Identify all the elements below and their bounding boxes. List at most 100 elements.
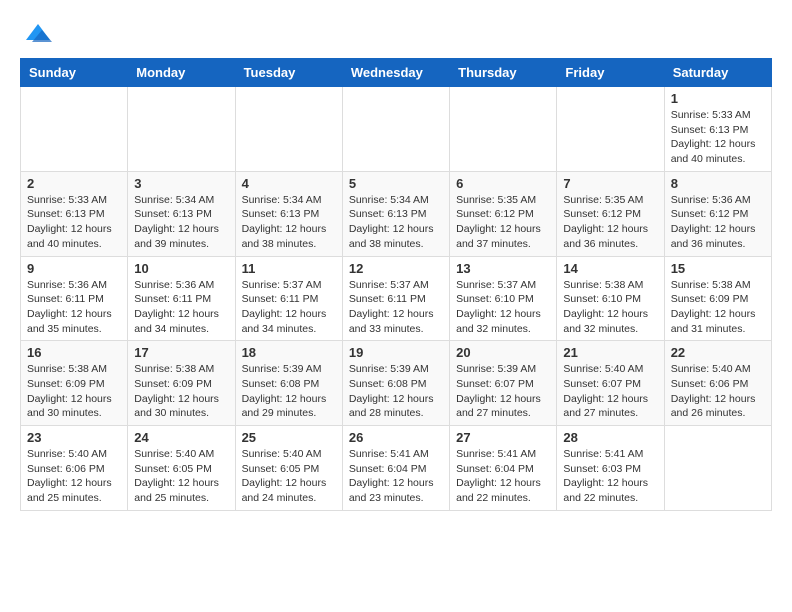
- calendar-day-cell: [557, 87, 664, 172]
- day-number: 17: [134, 345, 228, 360]
- calendar-day-cell: 21Sunrise: 5:40 AM Sunset: 6:07 PM Dayli…: [557, 341, 664, 426]
- day-number: 9: [27, 261, 121, 276]
- calendar-day-cell: [342, 87, 449, 172]
- day-of-week-header: Sunday: [21, 59, 128, 87]
- day-of-week-header: Friday: [557, 59, 664, 87]
- calendar-day-cell: [235, 87, 342, 172]
- day-number: 16: [27, 345, 121, 360]
- day-of-week-header: Wednesday: [342, 59, 449, 87]
- day-info: Sunrise: 5:36 AM Sunset: 6:11 PM Dayligh…: [134, 278, 228, 337]
- day-number: 21: [563, 345, 657, 360]
- calendar-day-cell: 12Sunrise: 5:37 AM Sunset: 6:11 PM Dayli…: [342, 256, 449, 341]
- day-number: 20: [456, 345, 550, 360]
- calendar-week-row: 23Sunrise: 5:40 AM Sunset: 6:06 PM Dayli…: [21, 426, 772, 511]
- calendar-day-cell: 5 Sunrise: 5:34 AM Sunset: 6:13 PM Daylig…: [342, 171, 449, 256]
- day-of-week-header: Thursday: [450, 59, 557, 87]
- calendar-day-cell: 2 Sunrise: 5:33 AM Sunset: 6:13 PM Daylig…: [21, 171, 128, 256]
- calendar-day-cell: 22 Sunrise: 5:40 AM Sunset: 6:06 PM Dayli…: [664, 341, 771, 426]
- day-info: Sunrise: 5:39 AM Sunset: 6:08 PM Dayligh…: [349, 362, 443, 421]
- calendar-day-cell: 20 Sunrise: 5:39 AM Sunset: 6:07 PM Dayli…: [450, 341, 557, 426]
- calendar-week-row: 1 Sunrise: 5:33 AM Sunset: 6:13 PM Daylig…: [21, 87, 772, 172]
- day-info: Sunrise: 5:40 AM Sunset: 6:06 PM Dayligh…: [27, 447, 121, 506]
- day-info: Sunrise: 5:38 AM Sunset: 6:09 PM Dayligh…: [671, 278, 765, 337]
- day-number: 6: [456, 176, 550, 191]
- day-number: 22: [671, 345, 765, 360]
- calendar-day-cell: 9 Sunrise: 5:36 AM Sunset: 6:11 PM Daylig…: [21, 256, 128, 341]
- day-info: Sunrise: 5:38 AM Sunset: 6:10 PM Dayligh…: [563, 278, 657, 337]
- calendar-day-cell: 27Sunrise: 5:41 AM Sunset: 6:04 PM Dayli…: [450, 426, 557, 511]
- day-number: 5: [349, 176, 443, 191]
- day-number: 10: [134, 261, 228, 276]
- day-info: Sunrise: 5:39 AM Sunset: 6:07 PM Dayligh…: [456, 362, 550, 421]
- day-info: Sunrise: 5:38 AM Sunset: 6:09 PM Dayligh…: [134, 362, 228, 421]
- day-number: 14: [563, 261, 657, 276]
- calendar-day-cell: 23Sunrise: 5:40 AM Sunset: 6:06 PM Dayli…: [21, 426, 128, 511]
- day-info: Sunrise: 5:36 AM Sunset: 6:11 PM Dayligh…: [27, 278, 121, 337]
- day-number: 1: [671, 91, 765, 106]
- calendar-day-cell: 11Sunrise: 5:37 AM Sunset: 6:11 PM Dayli…: [235, 256, 342, 341]
- calendar-day-cell: 24 Sunrise: 5:40 AM Sunset: 6:05 PM Dayli…: [128, 426, 235, 511]
- day-info: Sunrise: 5:39 AM Sunset: 6:08 PM Dayligh…: [242, 362, 336, 421]
- day-info: Sunrise: 5:34 AM Sunset: 6:13 PM Dayligh…: [349, 193, 443, 252]
- day-number: 3: [134, 176, 228, 191]
- day-number: 15: [671, 261, 765, 276]
- calendar-day-cell: 16 Sunrise: 5:38 AM Sunset: 6:09 PM Dayli…: [21, 341, 128, 426]
- calendar-day-cell: [128, 87, 235, 172]
- calendar-day-cell: [450, 87, 557, 172]
- calendar-day-cell: [664, 426, 771, 511]
- calendar-header-row: SundayMondayTuesdayWednesdayThursdayFrid…: [21, 59, 772, 87]
- logo-icon: [24, 20, 52, 48]
- day-info: Sunrise: 5:37 AM Sunset: 6:11 PM Dayligh…: [349, 278, 443, 337]
- page-header: [20, 20, 772, 48]
- day-number: 27: [456, 430, 550, 445]
- day-info: Sunrise: 5:40 AM Sunset: 6:05 PM Dayligh…: [134, 447, 228, 506]
- day-number: 28: [563, 430, 657, 445]
- day-number: 26: [349, 430, 443, 445]
- day-info: Sunrise: 5:33 AM Sunset: 6:13 PM Dayligh…: [27, 193, 121, 252]
- day-info: Sunrise: 5:41 AM Sunset: 6:03 PM Dayligh…: [563, 447, 657, 506]
- day-info: Sunrise: 5:41 AM Sunset: 6:04 PM Dayligh…: [349, 447, 443, 506]
- calendar-table: SundayMondayTuesdayWednesdayThursdayFrid…: [20, 58, 772, 511]
- day-info: Sunrise: 5:33 AM Sunset: 6:13 PM Dayligh…: [671, 108, 765, 167]
- day-info: Sunrise: 5:40 AM Sunset: 6:06 PM Dayligh…: [671, 362, 765, 421]
- day-number: 2: [27, 176, 121, 191]
- day-of-week-header: Monday: [128, 59, 235, 87]
- calendar-day-cell: 25Sunrise: 5:40 AM Sunset: 6:05 PM Dayli…: [235, 426, 342, 511]
- calendar-day-cell: 19 Sunrise: 5:39 AM Sunset: 6:08 PM Dayli…: [342, 341, 449, 426]
- day-info: Sunrise: 5:34 AM Sunset: 6:13 PM Dayligh…: [134, 193, 228, 252]
- day-number: 24: [134, 430, 228, 445]
- day-number: 4: [242, 176, 336, 191]
- calendar-day-cell: 13 Sunrise: 5:37 AM Sunset: 6:10 PM Dayli…: [450, 256, 557, 341]
- calendar-day-cell: 15 Sunrise: 5:38 AM Sunset: 6:09 PM Dayli…: [664, 256, 771, 341]
- day-number: 19: [349, 345, 443, 360]
- calendar-day-cell: 14 Sunrise: 5:38 AM Sunset: 6:10 PM Dayli…: [557, 256, 664, 341]
- day-info: Sunrise: 5:38 AM Sunset: 6:09 PM Dayligh…: [27, 362, 121, 421]
- calendar-week-row: 2 Sunrise: 5:33 AM Sunset: 6:13 PM Daylig…: [21, 171, 772, 256]
- day-info: Sunrise: 5:35 AM Sunset: 6:12 PM Dayligh…: [563, 193, 657, 252]
- calendar-week-row: 9 Sunrise: 5:36 AM Sunset: 6:11 PM Daylig…: [21, 256, 772, 341]
- day-of-week-header: Tuesday: [235, 59, 342, 87]
- calendar-day-cell: 17 Sunrise: 5:38 AM Sunset: 6:09 PM Dayli…: [128, 341, 235, 426]
- calendar-day-cell: 4 Sunrise: 5:34 AM Sunset: 6:13 PM Daylig…: [235, 171, 342, 256]
- day-info: Sunrise: 5:36 AM Sunset: 6:12 PM Dayligh…: [671, 193, 765, 252]
- calendar-week-row: 16 Sunrise: 5:38 AM Sunset: 6:09 PM Dayli…: [21, 341, 772, 426]
- calendar-day-cell: 7 Sunrise: 5:35 AM Sunset: 6:12 PM Daylig…: [557, 171, 664, 256]
- day-info: Sunrise: 5:35 AM Sunset: 6:12 PM Dayligh…: [456, 193, 550, 252]
- day-number: 25: [242, 430, 336, 445]
- day-of-week-header: Saturday: [664, 59, 771, 87]
- day-number: 13: [456, 261, 550, 276]
- calendar-day-cell: 6 Sunrise: 5:35 AM Sunset: 6:12 PM Daylig…: [450, 171, 557, 256]
- day-number: 7: [563, 176, 657, 191]
- day-number: 8: [671, 176, 765, 191]
- calendar-day-cell: 28 Sunrise: 5:41 AM Sunset: 6:03 PM Dayli…: [557, 426, 664, 511]
- day-info: Sunrise: 5:37 AM Sunset: 6:10 PM Dayligh…: [456, 278, 550, 337]
- day-info: Sunrise: 5:34 AM Sunset: 6:13 PM Dayligh…: [242, 193, 336, 252]
- day-number: 18: [242, 345, 336, 360]
- calendar-day-cell: 18 Sunrise: 5:39 AM Sunset: 6:08 PM Dayli…: [235, 341, 342, 426]
- logo: [20, 20, 52, 48]
- day-number: 11: [242, 261, 336, 276]
- calendar-day-cell: 1 Sunrise: 5:33 AM Sunset: 6:13 PM Daylig…: [664, 87, 771, 172]
- calendar-day-cell: [21, 87, 128, 172]
- calendar-day-cell: 8 Sunrise: 5:36 AM Sunset: 6:12 PM Daylig…: [664, 171, 771, 256]
- calendar-day-cell: 3 Sunrise: 5:34 AM Sunset: 6:13 PM Daylig…: [128, 171, 235, 256]
